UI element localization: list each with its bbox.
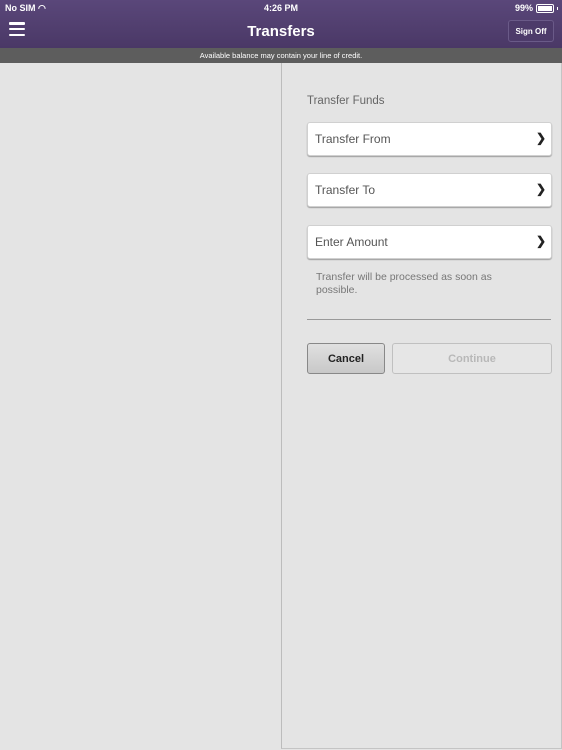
sign-off-button[interactable]: Sign Off — [508, 20, 554, 42]
field-label: Transfer To — [315, 183, 376, 197]
chevron-right-icon: ❯ — [535, 131, 546, 145]
transfer-from-field[interactable]: Transfer From ❯ — [307, 122, 552, 156]
section-title: Transfer Funds — [307, 95, 385, 107]
battery-status: 99% — [515, 3, 558, 13]
app-header: No SIM ◠ 4:26 PM 99% Transfers Sign Off — [0, 0, 562, 48]
field-label: Enter Amount — [315, 235, 388, 249]
status-time: 4:26 PM — [263, 3, 298, 13]
processing-note: Transfer will be processed as soon as po… — [316, 271, 492, 296]
enter-amount-field[interactable]: Enter Amount ❯ — [307, 225, 552, 259]
credit-notice-banner: Available balance may contain your line … — [0, 48, 562, 63]
transfer-form-pane: Transfer Funds Transfer From ❯ Transfer … — [281, 63, 562, 749]
chevron-right-icon: ❯ — [535, 234, 546, 248]
battery-icon — [536, 3, 554, 13]
continue-button[interactable]: Continue — [392, 343, 552, 374]
left-pane — [0, 63, 281, 750]
page-title: Transfers — [247, 23, 315, 40]
transfer-to-field[interactable]: Transfer To ❯ — [307, 173, 552, 207]
cancel-button[interactable]: Cancel — [307, 343, 385, 374]
battery-percent: 99% — [514, 3, 533, 13]
field-label: Transfer From — [315, 132, 391, 146]
divider — [307, 319, 551, 320]
battery-tip — [557, 6, 558, 10]
chevron-right-icon: ❯ — [535, 182, 546, 196]
